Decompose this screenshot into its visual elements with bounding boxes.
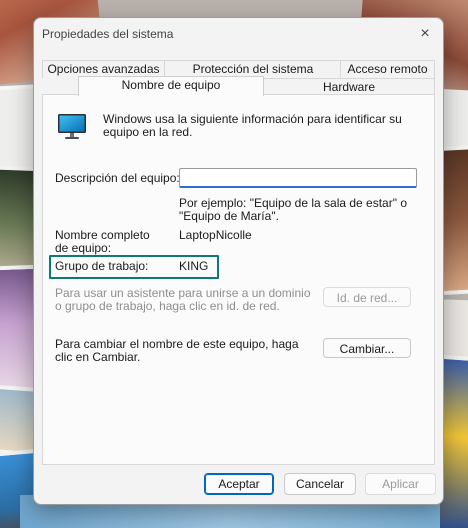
tab-computer-name[interactable]: Nombre de equipo	[78, 76, 264, 96]
workgroup-label: Grupo de trabajo:	[55, 259, 149, 273]
intro-text: Windows usa la siguiente información par…	[103, 112, 402, 139]
full-name-label: Nombre completo de equipo:	[55, 228, 150, 255]
close-button[interactable]: ×	[409, 20, 441, 48]
tab-remote-access[interactable]: Acceso remoto	[340, 60, 435, 78]
window-title: Propiedades del sistema	[42, 27, 174, 41]
apply-button[interactable]: Aplicar	[365, 473, 436, 495]
monitor-icon	[58, 114, 86, 139]
ok-button[interactable]: Aceptar	[204, 473, 274, 495]
description-example: Por ejemplo: "Equipo de la sala de estar…	[179, 196, 407, 223]
cancel-button[interactable]: Cancelar	[284, 473, 356, 495]
network-id-text: Para usar un asistente para unirse a un …	[55, 286, 311, 313]
workgroup-value: KING	[179, 259, 209, 273]
change-name-text: Para cambiar el nombre de este equipo, h…	[55, 337, 299, 364]
description-label: Descripción del equipo:	[55, 171, 180, 185]
description-input[interactable]	[179, 168, 417, 188]
full-name-value: LaptopNicolle	[179, 228, 252, 242]
change-button[interactable]: Cambiar...	[323, 338, 411, 358]
title-bar[interactable]: Propiedades del sistema ×	[34, 18, 443, 50]
computer-name-panel: Windows usa la siguiente información par…	[42, 94, 435, 465]
network-id-button[interactable]: Id. de red...	[323, 287, 411, 307]
system-properties-dialog: Propiedades del sistema × Opciones avanz…	[33, 17, 444, 505]
close-icon: ×	[420, 25, 430, 42]
